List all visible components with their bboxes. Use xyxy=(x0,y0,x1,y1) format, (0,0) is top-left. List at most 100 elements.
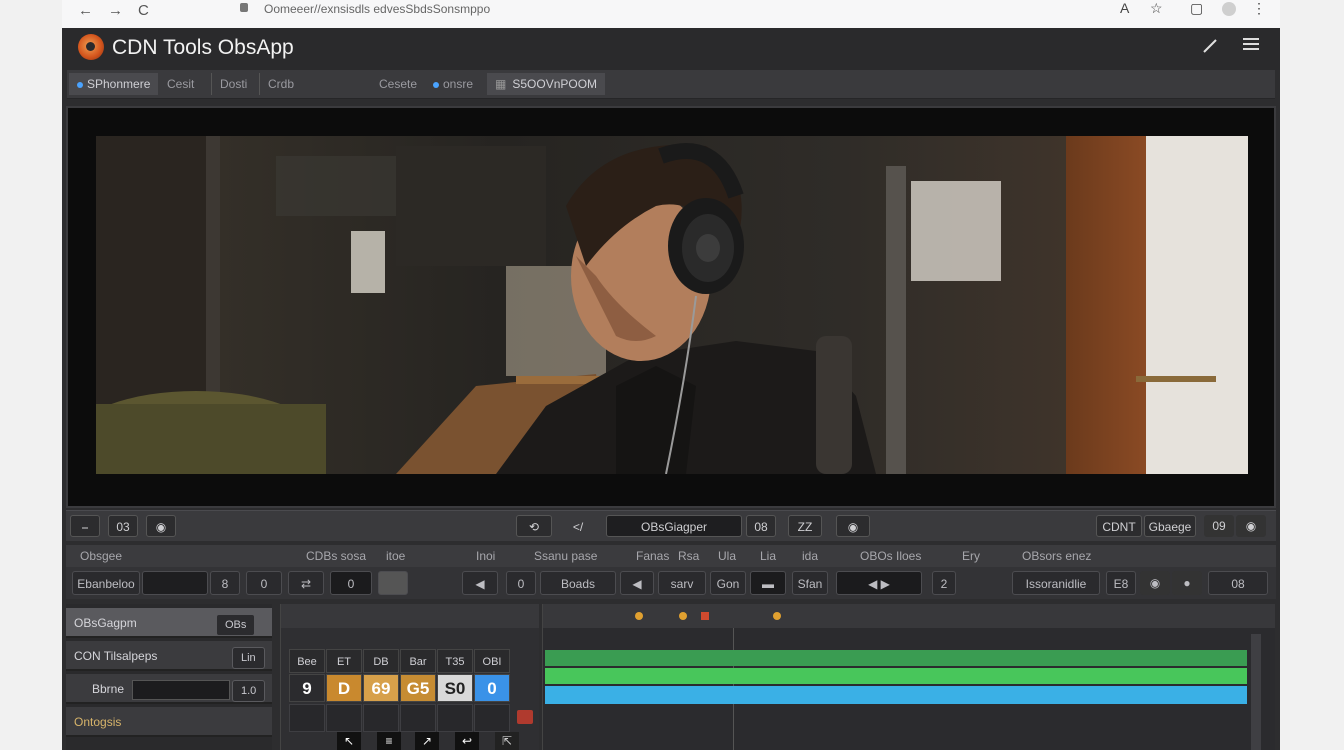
undo-button[interactable]: ⟲ xyxy=(516,515,552,537)
grid-cell[interactable]: 0 xyxy=(474,674,510,702)
translate-icon[interactable]: A xyxy=(1120,0,1129,16)
end-button[interactable]: ◉ xyxy=(1236,515,1266,537)
layout-button[interactable]: ⎯ xyxy=(70,515,100,537)
grid-cell[interactable]: 9 xyxy=(289,674,325,702)
pen-icon[interactable] xyxy=(1202,38,1218,59)
filter-label: itoe xyxy=(386,549,406,563)
address-text: Oomeeer//exnsisdls edvesSbdsSonsmppo xyxy=(264,2,491,16)
capture-button[interactable]: ◉ xyxy=(836,515,870,537)
source-badge[interactable]: Lin xyxy=(232,647,265,669)
stage-button[interactable]: Gbaege xyxy=(1144,515,1196,537)
timeline-scrollbar[interactable] xyxy=(1251,634,1261,750)
filter-label: Obsgee xyxy=(80,549,123,563)
tool-button[interactable]: 8 xyxy=(210,571,240,595)
tool-button[interactable]: 0 xyxy=(330,571,372,595)
grid-empty-cell[interactable] xyxy=(474,704,510,732)
grid-col-header: OBI xyxy=(474,649,510,673)
filter-field[interactable]: Ebanbeloo xyxy=(72,571,140,595)
tab-cesit[interactable]: Cesit xyxy=(159,73,202,95)
forward-icon[interactable]: → xyxy=(108,2,123,19)
grid-empty-cell[interactable] xyxy=(363,704,399,732)
expand-tool-icon[interactable]: ↗ xyxy=(415,732,439,750)
source-badge[interactable]: 1.0 xyxy=(232,680,266,702)
grid-empty-cell[interactable] xyxy=(326,704,362,732)
grid-cell[interactable]: S0 xyxy=(437,674,473,702)
tab-cesete[interactable]: Cesete xyxy=(371,73,425,95)
tab-dot-icon xyxy=(433,81,439,88)
tool-button[interactable]: ◉ xyxy=(1140,571,1170,595)
grid-button[interactable]: ZZ xyxy=(788,515,822,537)
record-button[interactable]: ◉ xyxy=(146,515,176,537)
warning-icon[interactable] xyxy=(517,710,533,724)
tool-button[interactable]: ◀ xyxy=(620,571,654,595)
tool-field[interactable]: Boads xyxy=(540,571,616,595)
tool-button[interactable]: 0 xyxy=(506,571,536,595)
tool-button[interactable]: 08 xyxy=(1208,571,1268,595)
scene-button[interactable]: 03 xyxy=(108,515,138,537)
profile-avatar[interactable] xyxy=(1222,2,1236,16)
fit-tool-icon[interactable]: ⇱ xyxy=(495,732,519,750)
source-option-button[interactable]: 08 xyxy=(746,515,776,537)
code-button[interactable]: </ xyxy=(560,515,596,537)
tool-button[interactable]: 2 xyxy=(932,571,956,595)
track-clip[interactable] xyxy=(545,686,1247,704)
tab-sphonmere[interactable]: SPhonmere xyxy=(69,73,159,95)
reload-icon[interactable]: C xyxy=(138,2,149,19)
slider-field[interactable] xyxy=(142,571,208,595)
settings-button[interactable]: 09 xyxy=(1204,515,1234,537)
marker-icon[interactable] xyxy=(635,612,643,620)
shortcut-grid: Bee ET DB Bar T35 OBI 9 D 69 G5 S0 0 ↖ ≡… xyxy=(280,604,539,750)
preview-controls: ⎯ 03 ◉ ⟲ </ OBsGiagper 08 ZZ ◉ CDNT Gbae… xyxy=(66,510,1276,541)
tool-button[interactable] xyxy=(378,571,408,595)
track-clip[interactable] xyxy=(545,668,1247,684)
tool-button[interactable]: Gon xyxy=(710,571,746,595)
menu-icon[interactable] xyxy=(1242,36,1260,57)
tool-button[interactable]: sarv xyxy=(658,571,706,595)
return-tool-icon[interactable]: ↩ xyxy=(455,732,479,750)
tool-button[interactable]: E8 xyxy=(1106,571,1136,595)
preview-image xyxy=(96,136,1248,474)
source-badge[interactable]: OBs xyxy=(216,614,256,636)
timeline-panel xyxy=(542,604,1275,750)
tool-button[interactable]: ⇄ xyxy=(288,571,324,595)
source-item[interactable]: Bbrne 1.0 xyxy=(66,674,272,704)
tool-button[interactable]: ▬ xyxy=(750,571,786,595)
arrow-tool-icon[interactable]: ↖ xyxy=(337,732,361,750)
back-icon[interactable]: ← xyxy=(78,2,93,19)
marker-icon[interactable] xyxy=(773,612,781,620)
stop-icon[interactable] xyxy=(701,612,709,620)
filter-label: Rsa xyxy=(678,549,700,563)
grid-cell[interactable]: G5 xyxy=(400,674,436,702)
more-icon[interactable]: ⋮ xyxy=(1252,0,1266,17)
tool-field[interactable]: Issoranidlie xyxy=(1012,571,1100,595)
cdn-button[interactable]: CDNT xyxy=(1096,515,1142,537)
grid-cell[interactable]: 69 xyxy=(363,674,399,702)
grid-empty-cell[interactable] xyxy=(289,704,325,732)
tab-crdb[interactable]: Crdb xyxy=(259,73,302,95)
tab-dosti[interactable]: Dosti xyxy=(211,73,255,95)
tab-onsre[interactable]: onsre xyxy=(425,73,481,95)
source-selector[interactable]: OBsGiagper xyxy=(606,515,742,537)
grid-cell[interactable]: D xyxy=(326,674,362,702)
tool-button[interactable]: ● xyxy=(1172,571,1202,595)
tab-s5oov[interactable]: ▦ S5OOVnPOOM xyxy=(487,73,606,95)
address-bar[interactable]: Oomeeer//exnsisdls edvesSbdsSonsmppo xyxy=(228,0,1218,22)
marker-icon[interactable] xyxy=(679,612,687,620)
tool-button[interactable]: Sfan xyxy=(792,571,828,595)
source-item[interactable]: OBsGagpm OBs xyxy=(66,608,272,638)
filter-label: Ery xyxy=(962,549,980,563)
source-item[interactable]: Ontogsis xyxy=(66,707,272,737)
preview-canvas[interactable] xyxy=(66,106,1276,508)
tool-button[interactable]: ◀ xyxy=(462,571,498,595)
grid-empty-cell[interactable] xyxy=(437,704,473,732)
window-icon[interactable]: ▢ xyxy=(1190,0,1203,17)
tool-button[interactable]: 0 xyxy=(246,571,282,595)
track-clip[interactable] xyxy=(545,650,1247,666)
list-tool-icon[interactable]: ≡ xyxy=(377,732,401,750)
source-item[interactable]: CON Tilsalpeps Lin xyxy=(66,641,272,671)
grid-header xyxy=(281,604,539,628)
grid-empty-cell[interactable] xyxy=(400,704,436,732)
bookmark-star-icon[interactable]: ☆ xyxy=(1150,0,1163,17)
volume-slider[interactable] xyxy=(132,680,230,700)
playback-button[interactable]: ◀ ▶ xyxy=(836,571,922,595)
